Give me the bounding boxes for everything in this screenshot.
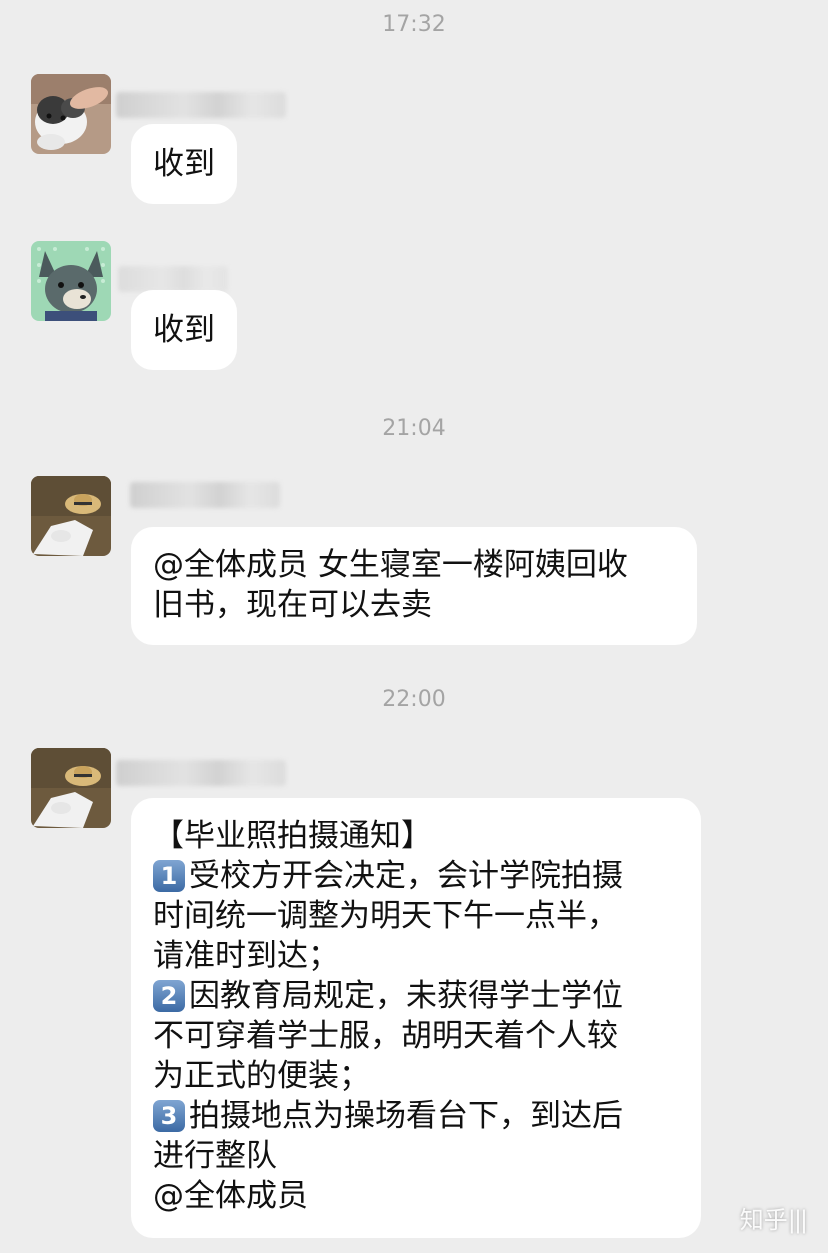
timestamp: 21:04 <box>382 416 446 441</box>
zhihu-watermark: 知乎||| <box>739 1206 808 1234</box>
message-line: 2 因教育局规定，未获得学士学位 <box>153 976 681 1016</box>
message-bubble[interactable]: 收到 <box>131 290 237 370</box>
sender-name-blurred <box>130 482 280 508</box>
avatar-straw-hat[interactable] <box>31 476 111 556</box>
message-bubble[interactable]: 【毕业照拍摄通知】 1 受校方开会决定，会计学院拍摄 时间统一调整为明天下午一点半… <box>131 798 701 1238</box>
watermark-bars-icon: ||| <box>787 1206 808 1234</box>
message-bubble[interactable]: 收到 <box>131 124 237 204</box>
timestamp: 17:32 <box>382 12 446 37</box>
message-line: @全体成员 <box>153 1178 308 1214</box>
avatar-straw-hat[interactable] <box>31 748 111 828</box>
keycap-number-1-icon: 1 <box>153 860 185 892</box>
message-line: 3 拍摄地点为操场看台下，到达后 <box>153 1096 681 1136</box>
message-line: 时间统一调整为明天下午一点半， <box>153 898 618 934</box>
keycap-number-2-icon: 2 <box>153 980 185 1012</box>
message-line: 1 受校方开会决定，会计学院拍摄 <box>153 856 681 896</box>
message-line: @全体成员 女生寝室一楼阿姨回收 <box>153 547 628 583</box>
sender-name-blurred <box>116 760 286 786</box>
message-line: 旧书，现在可以去卖 <box>153 587 432 623</box>
message-line: 不可穿着学士服，胡明天着个人较 <box>153 1018 618 1054</box>
message-bubble[interactable]: @全体成员 女生寝室一楼阿姨回收 旧书，现在可以去卖 <box>131 527 697 645</box>
avatar-cat[interactable] <box>31 74 111 154</box>
sender-name-blurred <box>118 266 228 292</box>
sender-name-blurred <box>116 92 286 118</box>
timestamp: 22:00 <box>382 687 446 712</box>
keycap-number-3-icon: 3 <box>153 1100 185 1132</box>
message-line: 为正式的便装； <box>153 1058 370 1094</box>
message-line: 请准时到达； <box>153 938 339 974</box>
message-line: 进行整队 <box>153 1138 277 1174</box>
message-text: 收到 <box>153 312 215 348</box>
message-text: 收到 <box>153 146 215 182</box>
message-line: 【毕业照拍摄通知】 <box>153 818 432 854</box>
avatar-wolf[interactable] <box>31 241 111 321</box>
